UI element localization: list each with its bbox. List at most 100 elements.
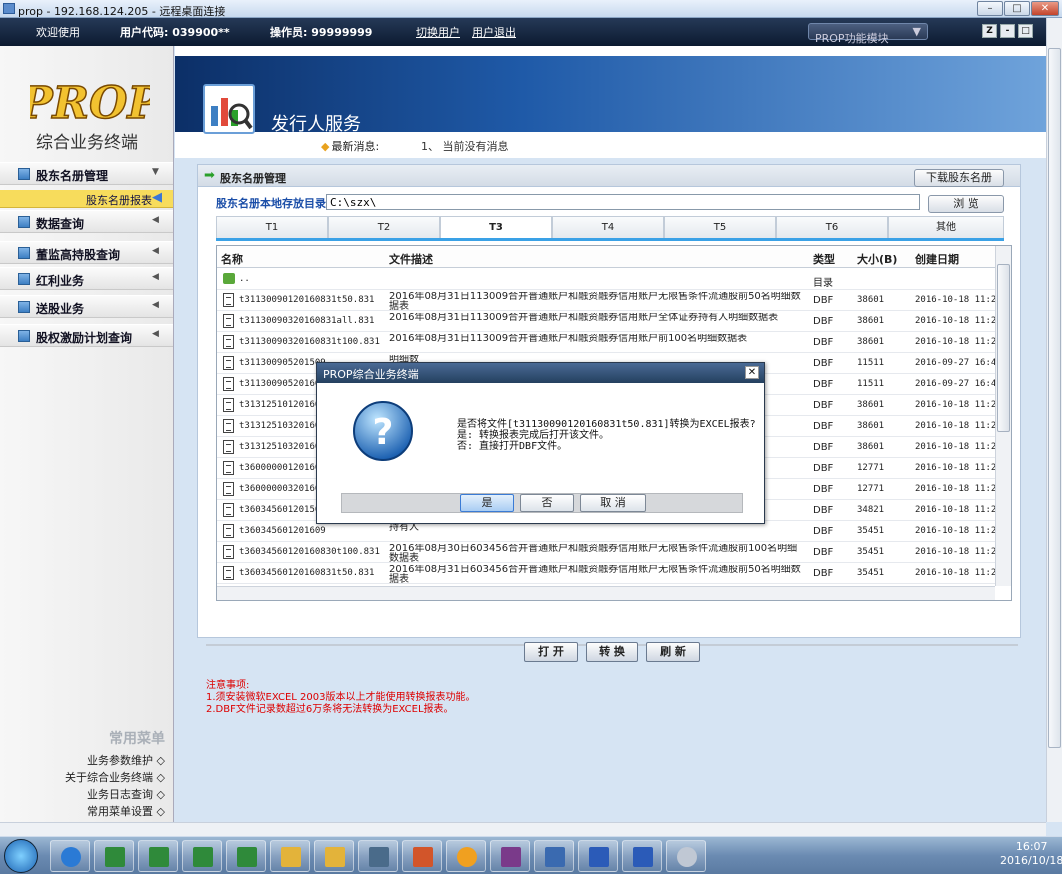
cell-type: DBF xyxy=(813,358,834,369)
cell-size: 38601 xyxy=(857,400,885,410)
cell-date: 2016-10-18 11:2 xyxy=(915,316,995,326)
common-menu-item-log[interactable]: 业务日志查询 ◇ xyxy=(0,786,165,803)
logout-link[interactable]: 用户退出 xyxy=(472,24,516,40)
folder-taskbar-icon[interactable] xyxy=(270,840,310,872)
convert-button[interactable]: 转 换 xyxy=(586,642,638,662)
col-type[interactable]: 类型 xyxy=(813,251,835,267)
common-menu-item-settings[interactable]: 常用菜单设置 ◇ xyxy=(0,803,165,820)
restore-button[interactable]: □ xyxy=(1004,1,1030,16)
word-taskbar-icon[interactable] xyxy=(622,840,662,872)
table-vertical-scrollbar[interactable] xyxy=(995,246,1011,586)
table-horizontal-scrollbar[interactable] xyxy=(217,586,995,600)
cell-desc: 持有人 xyxy=(389,523,419,533)
chart-icon xyxy=(203,84,255,134)
powerpoint-taskbar-icon[interactable] xyxy=(402,840,442,872)
cell-desc: 2016年08月31日113009合并普通账户和融资融券信用账户全体证券持有人明… xyxy=(389,313,779,323)
scroll-thumb[interactable] xyxy=(1048,48,1061,748)
tray-clock[interactable]: 16:07 2016/10/18 xyxy=(1000,840,1062,868)
folder-taskbar-icon[interactable] xyxy=(314,840,354,872)
table-row[interactable]: t31130090320160831all.831 2016年08月31日1130… xyxy=(217,311,995,332)
dialog-close-button[interactable]: ✕ xyxy=(745,366,759,379)
document-icon xyxy=(223,335,234,349)
col-name[interactable]: 名称 xyxy=(221,251,243,267)
sidebar-item-dividend[interactable]: 红利业务 ◀ xyxy=(0,267,173,290)
dir-input[interactable] xyxy=(326,194,920,210)
main-vertical-scrollbar[interactable] xyxy=(1046,18,1062,822)
excel-taskbar-icon[interactable] xyxy=(94,840,134,872)
table-row[interactable]: t31130090320160831t100.831 2016年08月31日113… xyxy=(217,332,995,353)
word-taskbar-icon[interactable] xyxy=(578,840,618,872)
main-horizontal-scrollbar[interactable] xyxy=(0,822,1046,836)
tab-other[interactable]: 其他 xyxy=(888,216,1004,238)
table-row[interactable]: .. 目录 xyxy=(217,269,995,290)
table-row[interactable]: t36034560120160830t100.831 2016年08月30日603… xyxy=(217,542,995,564)
cell-size: 35451 xyxy=(857,526,885,536)
close-button[interactable]: ✕ xyxy=(1031,1,1059,16)
tab-t5[interactable]: T5 xyxy=(664,216,776,238)
yes-button[interactable]: 是 xyxy=(460,494,514,512)
sidebar-subitem-register-report[interactable]: 股东名册报表 ◀ xyxy=(0,190,173,208)
chevron-down-icon: ▼ xyxy=(152,167,159,177)
cell-type: 目录 xyxy=(813,278,833,289)
switch-user-link[interactable]: 切换用户 xyxy=(416,24,460,40)
open-button[interactable]: 打 开 xyxy=(524,642,578,662)
menu-icon xyxy=(18,216,30,228)
sidebar-item-shareholder-register[interactable]: 股东名册管理 ▼ xyxy=(0,162,173,185)
cell-date: 2016-10-18 11:2 xyxy=(915,547,995,557)
app-restore-button[interactable]: □ xyxy=(1018,24,1033,38)
tab-t2[interactable]: T2 xyxy=(328,216,440,238)
cell-type: DBF xyxy=(813,400,834,411)
tab-bar: T1 T2 T3 T4 T5 T6 其他 xyxy=(216,216,1004,241)
sidebar-item-bonus-share[interactable]: 送股业务 ◀ xyxy=(0,295,173,318)
excel-taskbar-icon[interactable] xyxy=(182,840,222,872)
cell-type: DBF xyxy=(813,337,834,348)
cancel-button[interactable]: 取 消 xyxy=(580,494,646,512)
no-button[interactable]: 否 xyxy=(520,494,574,512)
common-menu-item-about[interactable]: 关于综合业务终端 ◇ xyxy=(0,769,165,786)
winrar-taskbar-icon[interactable] xyxy=(490,840,530,872)
document-icon xyxy=(223,545,234,559)
cell-size: 38601 xyxy=(857,295,885,305)
excel-taskbar-icon[interactable] xyxy=(226,840,266,872)
sidebar-item-equity-incentive[interactable]: 股权激励计划查询 ◀ xyxy=(0,324,173,347)
cell-desc: 2016年08月31日603456合并普通账户和融资融券信用账户无限售条件流通股… xyxy=(389,565,801,585)
common-menu-item-params[interactable]: 业务参数维护 ◇ xyxy=(0,752,165,769)
app-taskbar-icon[interactable] xyxy=(358,840,398,872)
cell-name: t36034560120160831t50.831 xyxy=(239,568,375,578)
refresh-button[interactable]: 刷 新 xyxy=(646,642,700,662)
minimize-button[interactable]: – xyxy=(977,1,1003,16)
remote-desktop-taskbar-icon[interactable] xyxy=(534,840,574,872)
excel-taskbar-icon[interactable] xyxy=(138,840,178,872)
tab-t6[interactable]: T6 xyxy=(776,216,888,238)
paint-taskbar-icon[interactable] xyxy=(666,840,706,872)
col-size[interactable]: 大小(B) xyxy=(857,251,897,267)
clock-date: 2016/10/18 xyxy=(1000,854,1062,867)
browse-button[interactable]: 浏 览 xyxy=(928,195,1004,213)
tab-t4[interactable]: T4 xyxy=(552,216,664,238)
arrow-right-icon: ➡ xyxy=(204,168,215,183)
table-row[interactable]: t360345601201609 持有人 DBF 35451 2016-10-18 11… xyxy=(217,521,995,542)
tab-t1[interactable]: T1 xyxy=(216,216,328,238)
col-desc[interactable]: 文件描述 xyxy=(389,251,433,267)
prop-logo: PROP xyxy=(30,77,150,128)
start-button[interactable] xyxy=(4,839,38,873)
cell-size: 11511 xyxy=(857,358,885,368)
remote-desktop-titlebar: prop - 192.168.124.205 - 远程桌面连接 – □ ✕ xyxy=(0,0,1062,18)
sidebar-item-data-query[interactable]: 数据查询 ◀ xyxy=(0,210,173,233)
tab-t3[interactable]: T3 xyxy=(440,216,552,238)
scroll-thumb[interactable] xyxy=(997,264,1010,432)
clock-time: 16:07 xyxy=(1015,840,1048,853)
download-register-button[interactable]: 下载股东名册 xyxy=(914,169,1004,187)
sidebar-item-director-holdings[interactable]: 董监高持股查询 ◀ xyxy=(0,241,173,264)
table-row[interactable]: t31130090120160831t50.831 2016年08月31日1130… xyxy=(217,290,995,312)
page-title: 发行人服务 xyxy=(271,114,361,135)
app-taskbar-icon[interactable] xyxy=(446,840,486,872)
col-date[interactable]: 创建日期 xyxy=(915,251,959,267)
cell-date: 2016-10-18 11:2 xyxy=(915,442,995,452)
table-row[interactable]: t36034560120160831t50.831 2016年08月31日6034… xyxy=(217,563,995,585)
ie-taskbar-icon[interactable] xyxy=(50,840,90,872)
app-minimize-button[interactable]: - xyxy=(1000,24,1015,38)
app-btn-z[interactable]: Z xyxy=(982,24,997,38)
windows-taskbar: 16:07 2016/10/18 xyxy=(0,836,1062,874)
module-select[interactable]: PROP功能模块 ▼ xyxy=(808,23,928,45)
